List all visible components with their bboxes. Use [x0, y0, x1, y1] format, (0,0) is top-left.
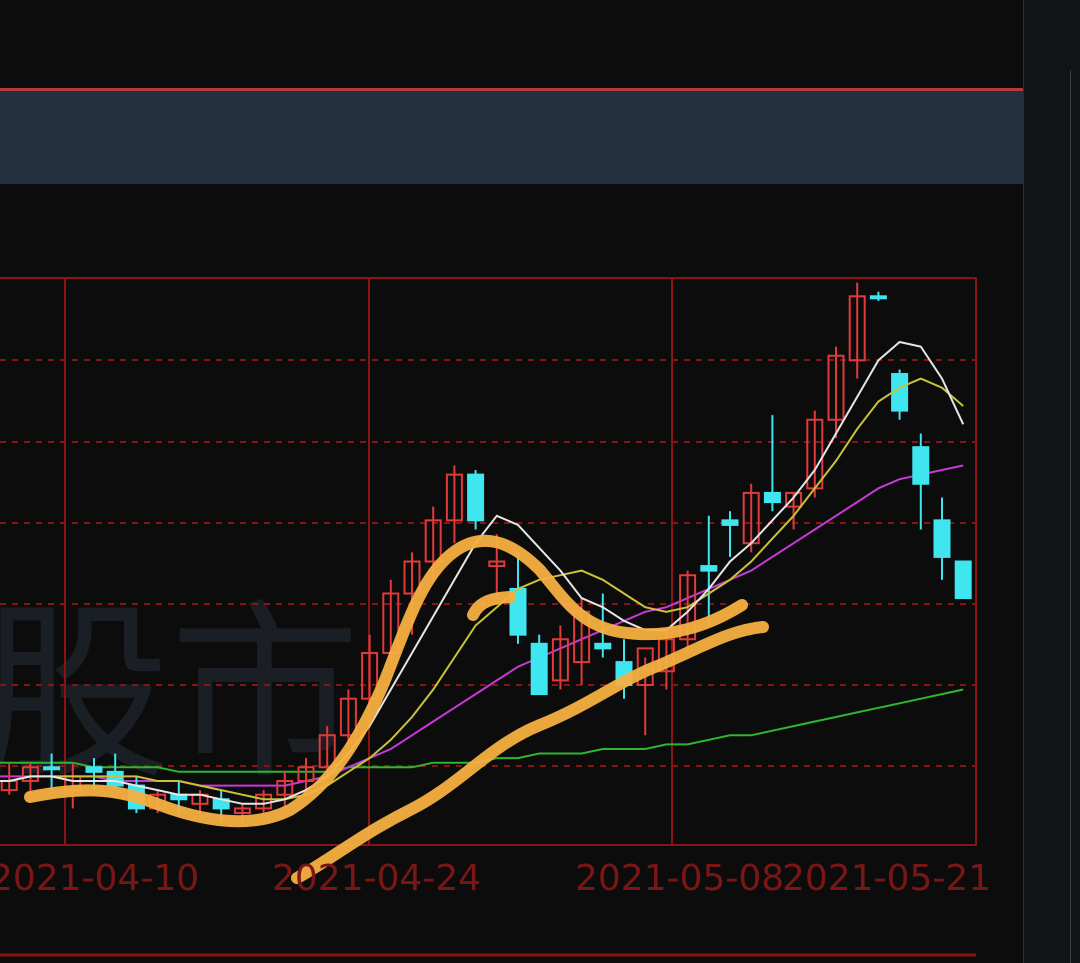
- x-axis-ticks: 2021-04-10 2021-04-24 2021-05-08 2021-05…: [0, 858, 991, 899]
- candle-body: [43, 766, 61, 771]
- candle: [763, 415, 781, 512]
- candle-body: [721, 519, 739, 526]
- candle: [912, 433, 930, 530]
- x-tick-label: 2021-05-21: [782, 858, 991, 899]
- candle: [551, 625, 569, 690]
- candle-body: [954, 560, 972, 600]
- candle: [954, 560, 972, 600]
- candle: [721, 511, 739, 557]
- candle-body: [85, 766, 103, 773]
- candle-body: [869, 295, 887, 300]
- candle-body: [700, 565, 718, 572]
- highlighter-stroke: [291, 621, 769, 884]
- candle: [636, 647, 654, 736]
- candle: [445, 465, 463, 544]
- candle: [806, 410, 824, 498]
- candle: [933, 497, 951, 580]
- candle-body: [106, 770, 124, 787]
- candle: [869, 291, 887, 301]
- x-tick-label: 2021-04-10: [0, 858, 199, 899]
- x-tick-label: 2021-05-08: [575, 858, 784, 899]
- candle-body: [467, 473, 485, 522]
- candle: [700, 515, 718, 626]
- candle: [530, 634, 548, 696]
- chart-app: 股市 2021-04-10 2021-04-24 2021-05-08 2021…: [0, 0, 1080, 963]
- candle-body: [891, 373, 909, 412]
- candlestick-chart: 股市 2021-04-10 2021-04-24 2021-05-08 2021…: [0, 277, 991, 957]
- x-tick-label: 2021-04-24: [272, 858, 481, 899]
- candle-body: [763, 491, 781, 504]
- candle: [848, 282, 866, 379]
- candle: [891, 369, 909, 420]
- candle-body: [933, 519, 951, 558]
- candle-body: [594, 642, 612, 650]
- candle-body: [912, 446, 930, 485]
- candle-body: [530, 642, 548, 696]
- scrollbar-track[interactable]: [1070, 70, 1080, 963]
- candle: [467, 470, 485, 530]
